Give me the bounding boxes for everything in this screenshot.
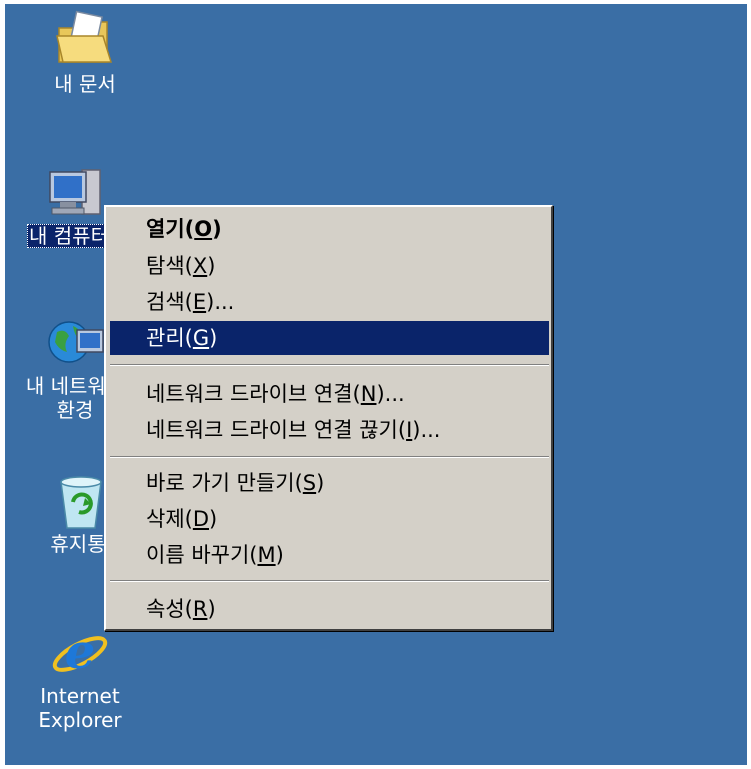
menu-item-delete[interactable]: 삭제(D) (110, 502, 549, 536)
menu-item-search[interactable]: 검색(E)... (110, 285, 549, 319)
desktop-icon-label: 내 컴퓨터 (27, 224, 111, 248)
desktop-icon-label: 휴지통 (50, 532, 106, 556)
menu-separator (110, 580, 549, 582)
menu-separator (110, 364, 549, 366)
menu-item-disconnect-network-drive[interactable]: 네트워크 드라이브 연결 끊기(I)... (110, 413, 549, 447)
menu-separator (110, 456, 549, 458)
my-computer-icon (49, 169, 101, 215)
internet-explorer-icon: e (52, 624, 108, 680)
network-places-icon (48, 321, 104, 363)
menu-item-manage[interactable]: 관리(G) (110, 321, 549, 355)
menu-item-map-network-drive[interactable]: 네트워크 드라이브 연결(N)... (110, 377, 549, 411)
desktop-icon-my-documents[interactable]: 내 문서 (25, 8, 145, 96)
menu-item-properties[interactable]: 속성(R) (110, 592, 549, 626)
folder-documents-icon (56, 10, 113, 63)
menu-item-explore[interactable]: 탐색(X) (110, 249, 549, 283)
menu-item-create-shortcut[interactable]: 바로 가기 만들기(S) (110, 466, 549, 500)
desktop[interactable]: 내 문서 내 컴퓨터 내 네트워크 환경 휴지통 e Internet Expl… (5, 4, 747, 765)
desktop-icon-label: Internet Explorer (38, 684, 122, 732)
svg-text:e: e (65, 624, 96, 680)
context-menu: 열기(O) 탐색(X) 검색(E)... 관리(G) 네트워크 드라이브 연결(… (104, 205, 553, 631)
desktop-icon-label: 내 문서 (54, 72, 116, 96)
menu-item-open[interactable]: 열기(O) (110, 212, 549, 246)
desktop-icon-internet-explorer[interactable]: e Internet Explorer (25, 622, 135, 732)
menu-item-rename[interactable]: 이름 바꾸기(M) (110, 538, 549, 572)
